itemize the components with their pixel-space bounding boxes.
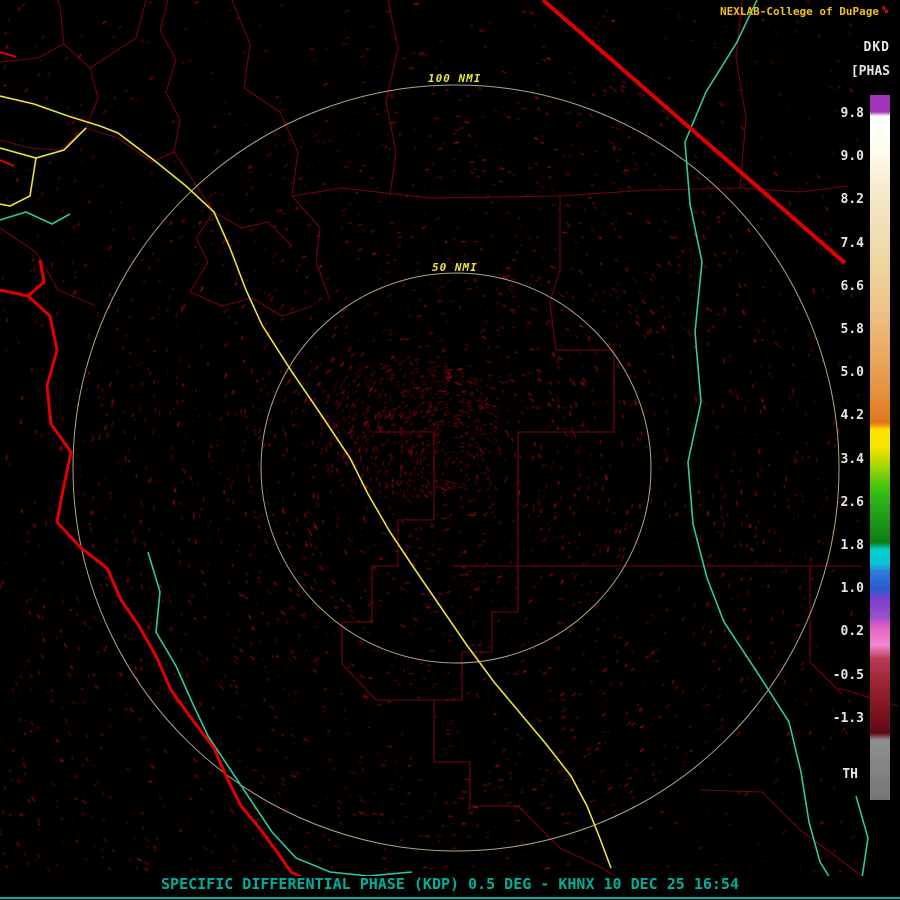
county-boundaries xyxy=(0,0,899,878)
radar-map: 100 NMI 50 NMI xyxy=(0,0,899,878)
range-rings xyxy=(72,84,840,852)
tick-label: 8.2 xyxy=(840,192,864,208)
road-fragment xyxy=(0,159,15,167)
tick-label: 5.8 xyxy=(840,322,864,338)
kdp-color-scale xyxy=(870,95,890,800)
tick-label: 3.4 xyxy=(840,451,864,467)
tick-label: 9.8 xyxy=(840,106,864,121)
brand-label: NEXLAB-College of DuPage xyxy=(720,5,879,18)
status-text: SPECIFIC DIFFERENTIAL PHASE (KDP) 0.5 DE… xyxy=(161,875,739,893)
range-ring-100nmi xyxy=(72,84,840,852)
tick-label: 7.4 xyxy=(840,235,864,251)
tick-label: -1.3 xyxy=(832,710,864,726)
tick-label: 6.6 xyxy=(840,278,864,294)
brand-logo-icon: % xyxy=(881,5,888,16)
units-label: [PHAS xyxy=(850,64,890,79)
brand-text: NEXLAB-College of DuPage % xyxy=(720,5,888,18)
tick-label: 1.8 xyxy=(840,538,864,554)
coastline xyxy=(0,288,304,878)
footer-divider xyxy=(0,897,900,899)
road-fragment xyxy=(0,51,17,58)
tick-label: 0.2 xyxy=(840,624,864,640)
color-scale-ticks: 9.8 9.0 8.2 7.4 6.6 5.8 5.0 4.2 3.4 2.6 … xyxy=(833,106,864,727)
tick-label: 5.0 xyxy=(840,365,864,381)
range-ring-50nmi xyxy=(260,272,652,664)
coastline-fork xyxy=(27,259,46,298)
threshold-label: TH xyxy=(842,767,858,782)
product-code-label: DKD xyxy=(863,40,890,55)
tick-label: 9.0 xyxy=(840,149,864,165)
tick-label: 1.0 xyxy=(840,581,864,597)
coastline-and-borders xyxy=(0,0,847,878)
tick-label: 4.2 xyxy=(840,408,864,424)
tick-label: -0.5 xyxy=(832,667,864,683)
tick-label: 2.6 xyxy=(840,494,864,510)
inner-ring-label: 50 NMI xyxy=(432,261,478,274)
status-bar: SPECIFIC DIFFERENTIAL PHASE (KDP) 0.5 DE… xyxy=(0,875,900,900)
radar-viewer: 100 NMI 50 NMI NEXLAB-College of DuPage … xyxy=(0,0,900,900)
outer-ring-label: 100 NMI xyxy=(428,72,481,85)
